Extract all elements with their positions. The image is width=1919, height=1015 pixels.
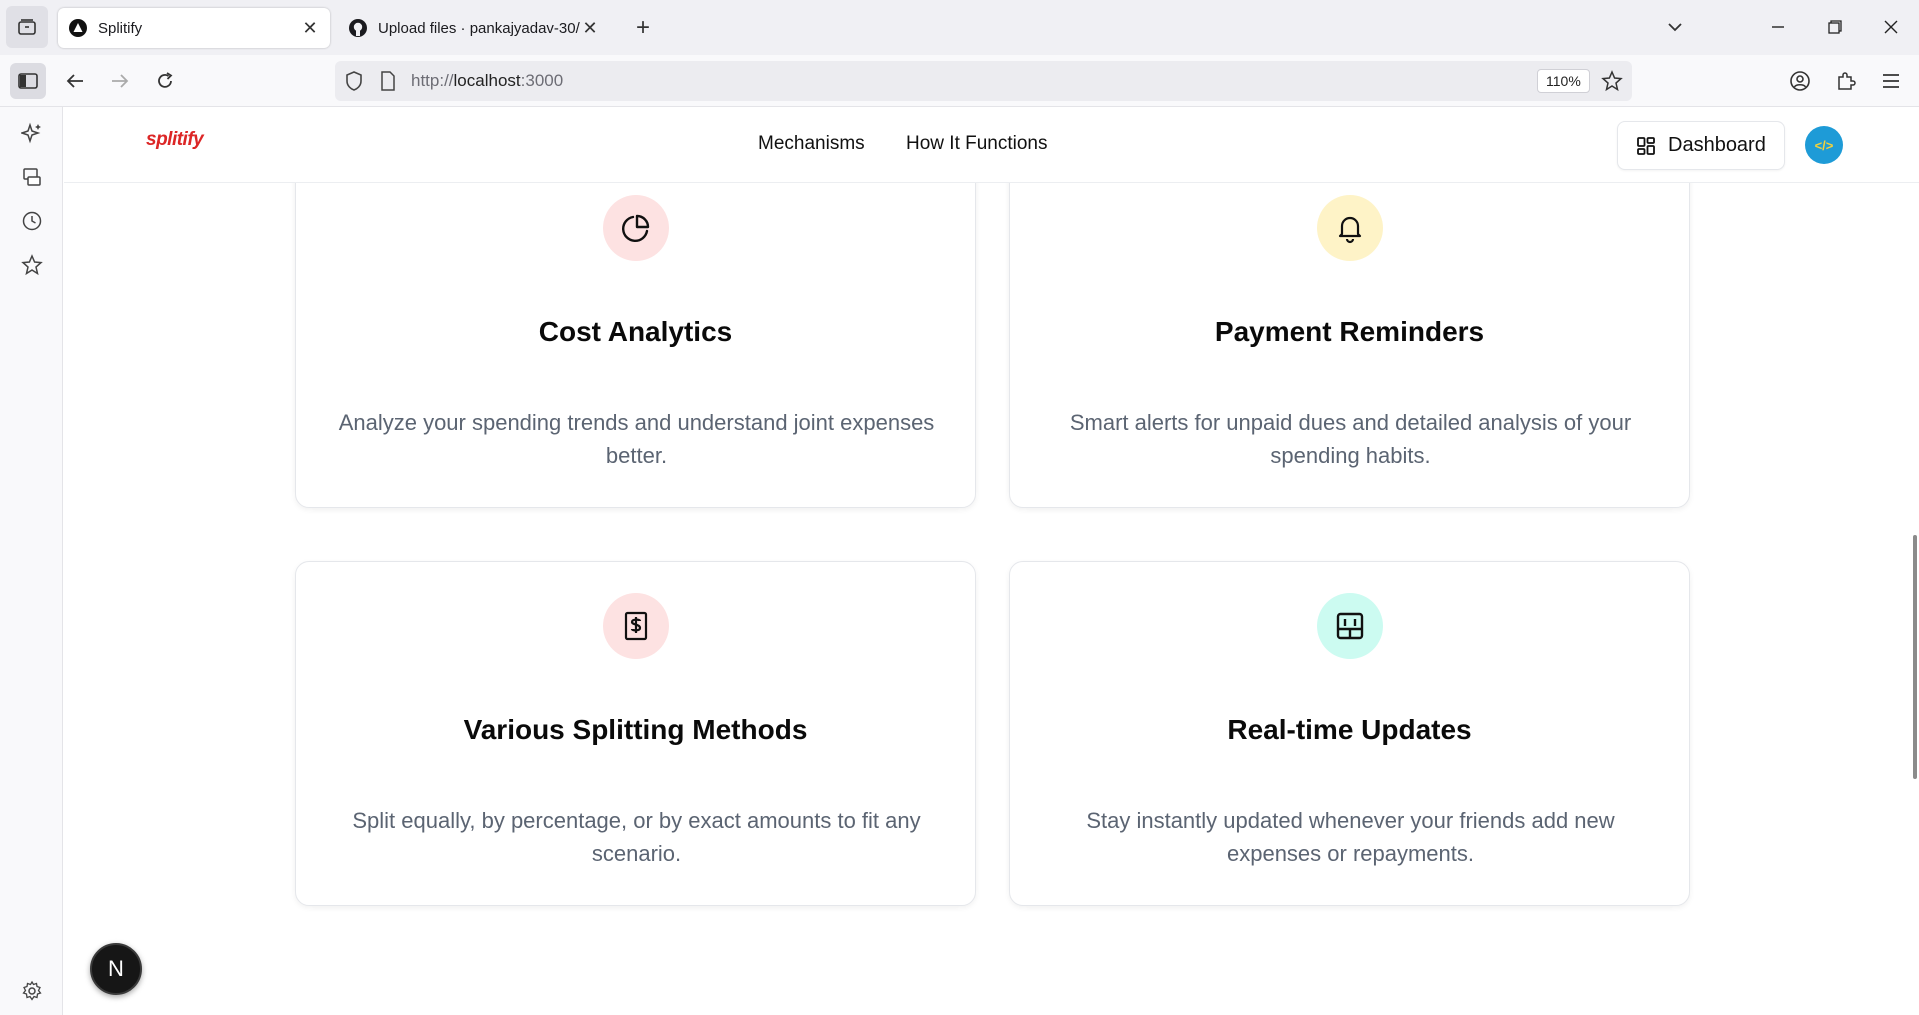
- splitify-logo[interactable]: splitify: [146, 129, 204, 151]
- zoom-level-badge[interactable]: 110%: [1537, 69, 1590, 93]
- reload-button[interactable]: [147, 63, 183, 99]
- synced-tabs-icon[interactable]: [20, 165, 44, 189]
- url-scheme: http://: [411, 71, 454, 90]
- url-host: localhost: [453, 71, 521, 90]
- nextjs-dev-tools-button[interactable]: N: [90, 943, 142, 995]
- address-bar[interactable]: http://localhost:3000 110%: [335, 61, 1632, 101]
- feature-title: Various Splitting Methods: [463, 714, 808, 745]
- close-icon[interactable]: ✕: [300, 18, 320, 38]
- feature-card-splitting-methods: Various Splitting Methods Split equally,…: [295, 561, 976, 906]
- shield-icon: [346, 71, 362, 91]
- feature-card-payment-reminders: Payment Reminders Smart alerts for unpai…: [1009, 163, 1690, 508]
- bell-icon: [1338, 216, 1362, 244]
- pie-chart-icon: [622, 214, 650, 242]
- restore-icon: [1828, 20, 1842, 34]
- nav-link-mechanisms[interactable]: Mechanisms: [758, 133, 865, 155]
- folder-icon: [18, 19, 36, 35]
- tab-title: Upload files · pankajyadav-30/Sp: [378, 19, 580, 37]
- chevron-down-icon: [1668, 23, 1682, 32]
- sidebar-icon: [18, 73, 38, 89]
- back-button[interactable]: [57, 63, 93, 99]
- nav-link-how-it-functions[interactable]: How It Functions: [906, 133, 1048, 155]
- history-clock-icon[interactable]: [20, 209, 44, 233]
- browser-tab-bar: Splitify ✕ Upload files · pankajyadav-30…: [0, 0, 1919, 55]
- account-icon: [1790, 71, 1810, 91]
- site-header: splitify Mechanisms How It Functions Das…: [64, 107, 1919, 183]
- feature-description: Stay instantly updated whenever your fri…: [1086, 808, 1615, 866]
- feature-description: Smart alerts for unpaid dues and detaile…: [1069, 410, 1632, 468]
- dashboard-button[interactable]: Dashboard: [1617, 121, 1785, 170]
- layout-dashboard-icon: [1636, 136, 1656, 156]
- ai-chatbot-icon[interactable]: [20, 121, 44, 145]
- settings-gear-icon[interactable]: [20, 979, 44, 1003]
- list-all-tabs-button[interactable]: [1660, 12, 1690, 42]
- arrow-right-icon: [112, 74, 129, 88]
- restore-button[interactable]: [1820, 12, 1850, 42]
- feature-description: Split equally, by percentage, or by exac…: [352, 808, 921, 866]
- close-icon: [1884, 20, 1898, 34]
- receipt-dollar-icon: [624, 611, 648, 641]
- feature-card-realtime-updates: Real-time Updates Stay instantly updated…: [1009, 561, 1690, 906]
- feature-icon-circle: [1317, 195, 1383, 261]
- splitify-favicon-icon: [69, 19, 87, 37]
- new-tab-button[interactable]: +: [628, 14, 658, 42]
- calendar-grid-icon: [1336, 612, 1364, 640]
- menu-button[interactable]: [1873, 63, 1909, 99]
- url-text: http://localhost:3000: [411, 71, 563, 91]
- hamburger-menu-icon: [1883, 74, 1899, 88]
- sidebar-toggle-button[interactable]: [10, 63, 46, 99]
- minimize-button[interactable]: [1763, 12, 1793, 42]
- github-icon: [349, 19, 367, 37]
- feature-title: Cost Analytics: [538, 316, 733, 347]
- feature-icon-circle: [603, 593, 669, 659]
- feature-icon-circle: [1317, 593, 1383, 659]
- user-avatar[interactable]: </>: [1805, 126, 1843, 164]
- extensions-button[interactable]: [1828, 63, 1864, 99]
- feature-title: Real-time Updates: [1227, 714, 1472, 745]
- tab-title: Splitify: [98, 19, 143, 37]
- browser-tab-github[interactable]: Upload files · pankajyadav-30/Sp ✕: [338, 8, 610, 48]
- tab-overview-button[interactable]: [6, 6, 48, 48]
- page-icon: [381, 71, 395, 91]
- bookmarks-star-icon[interactable]: [20, 253, 44, 277]
- feature-icon-circle: [603, 195, 669, 261]
- feature-title: Payment Reminders: [1214, 316, 1485, 347]
- browser-navigation-bar: http://localhost:3000 110%: [0, 55, 1919, 107]
- feature-card-cost-analytics: Cost Analytics Analyze your spending tre…: [295, 163, 976, 508]
- minimize-icon: [1772, 26, 1784, 28]
- url-port: :3000: [520, 71, 564, 90]
- dashboard-label: Dashboard: [1668, 134, 1766, 156]
- feature-description: Analyze your spending trends and underst…: [338, 410, 935, 468]
- close-window-button[interactable]: [1876, 12, 1906, 42]
- close-icon[interactable]: ✕: [580, 18, 600, 38]
- browser-tab-splitify[interactable]: Splitify ✕: [58, 8, 330, 48]
- arrow-left-icon: [66, 74, 83, 88]
- page-scrollbar[interactable]: [1913, 535, 1917, 779]
- puzzle-icon: [1838, 72, 1856, 90]
- account-button[interactable]: [1782, 63, 1818, 99]
- forward-button[interactable]: [102, 63, 138, 99]
- browser-sidebar: [0, 107, 63, 1015]
- page-viewport: splitify Mechanisms How It Functions Das…: [64, 107, 1919, 1015]
- star-icon[interactable]: [1601, 70, 1623, 92]
- reload-icon: [158, 72, 173, 88]
